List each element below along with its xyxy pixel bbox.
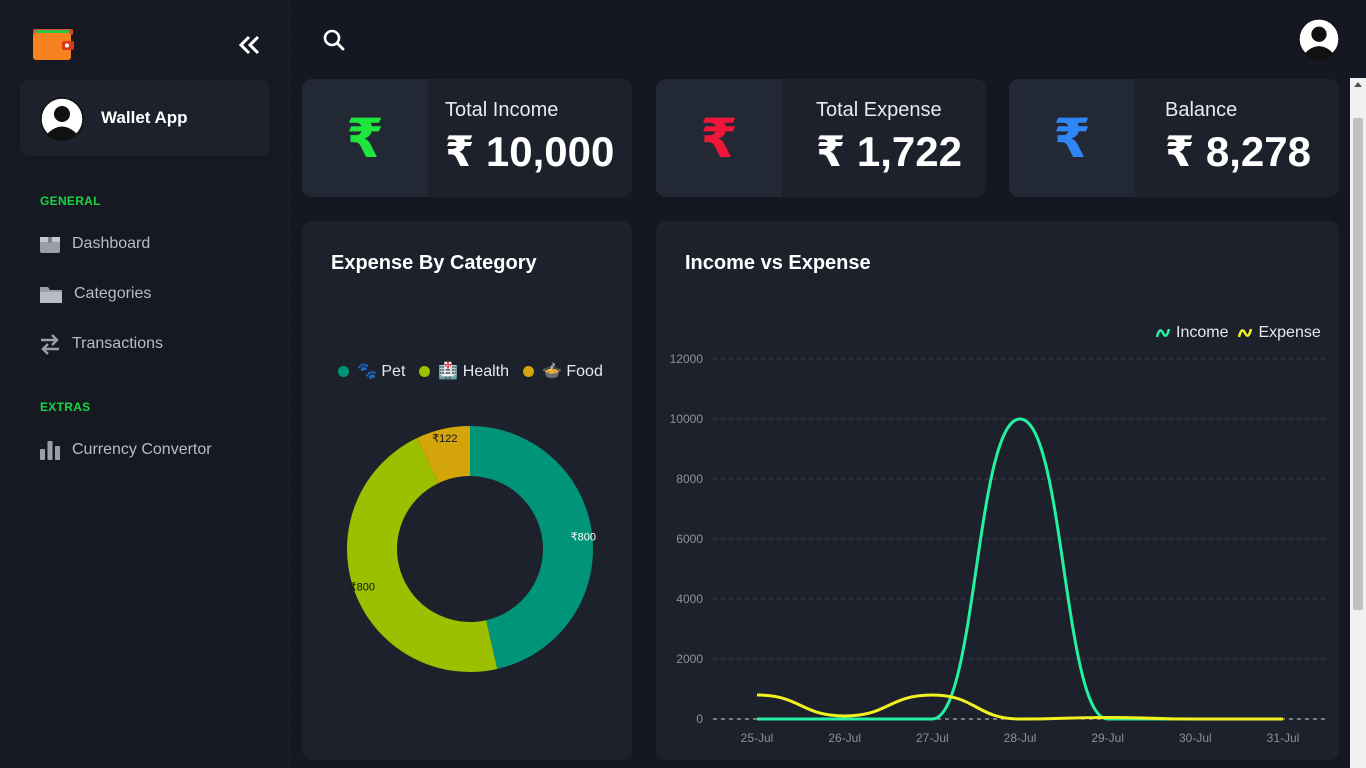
bar-chart-icon <box>40 441 60 460</box>
balance-label: Balance <box>1165 99 1238 121</box>
y-tick-label: 2000 <box>676 652 703 666</box>
y-tick-label: 12000 <box>670 352 704 366</box>
y-tick-label: 0 <box>696 712 703 726</box>
balance-value: ₹ 8,278 <box>1165 128 1311 175</box>
sidebar-item-label: Dashboard <box>72 235 151 252</box>
total-expense-value: ₹ 1,722 <box>816 128 962 175</box>
y-tick-label: 8000 <box>676 472 703 486</box>
expense-donut-chart: ₹800 ₹800 ₹122 <box>347 426 596 672</box>
balance-card: ₹ Balance ₹ 8,278 <box>1009 79 1339 197</box>
x-tick-label: 29-Jul <box>1091 731 1124 745</box>
sidebar-item-dashboard[interactable]: Dashboard <box>38 229 278 259</box>
rupee-icon: ₹ <box>656 79 782 197</box>
wallet-logo-icon <box>33 29 74 60</box>
y-tick-label: 6000 <box>676 532 703 546</box>
x-tick-label: 26-Jul <box>828 731 861 745</box>
search-icon[interactable] <box>322 28 346 52</box>
income-expense-line-chart: 0 2000 4000 6000 8000 10000 12000 25-Jul 26-Jul 2… <box>670 352 1326 745</box>
general-section-title: GENERAL <box>40 194 101 208</box>
series-line-income[interactable] <box>757 417 1283 721</box>
x-tick-label: 27-Jul <box>916 731 949 745</box>
donut-data-label: ₹800 <box>571 531 596 543</box>
rupee-icon: ₹ <box>302 79 428 197</box>
total-income-label: Total Income <box>445 99 559 121</box>
rupee-icon: ₹ <box>1009 79 1135 197</box>
user-profile-card[interactable]: Wallet App <box>20 80 269 156</box>
sidebar-item-categories[interactable]: Categories <box>38 279 278 309</box>
x-tick-label: 28-Jul <box>1004 731 1037 745</box>
total-income-card: ₹ Total Income ₹ 10,000 <box>302 79 632 197</box>
x-tick-label: 25-Jul <box>741 731 774 745</box>
sidebar: Wallet App GENERAL Dashboard Categories … <box>0 0 290 768</box>
user-avatar-icon <box>40 97 84 141</box>
x-tick-label: 31-Jul <box>1267 731 1300 745</box>
header-user-avatar-icon[interactable] <box>1298 18 1340 60</box>
x-tick-label: 30-Jul <box>1179 731 1212 745</box>
sidebar-item-label: Currency Convertor <box>72 441 212 458</box>
donut-data-label: ₹122 <box>432 433 457 445</box>
double-chevron-left-icon <box>238 35 260 55</box>
expense-by-category-panel: Expense By Category 🐾 Pet 🏥 Health 🍲 Foo… <box>302 221 632 760</box>
collapse-sidebar-button[interactable] <box>234 30 264 58</box>
total-income-value: ₹ 10,000 <box>445 128 615 175</box>
y-tick-label: 10000 <box>670 412 704 426</box>
donut-data-label: ₹800 <box>350 581 375 593</box>
total-expense-label: Total Expense <box>816 99 942 121</box>
sidebar-item-label: Transactions <box>72 335 163 352</box>
scroll-up-arrow-icon[interactable] <box>1354 82 1362 87</box>
folder-icon <box>40 287 62 303</box>
sidebar-item-transactions[interactable]: Transactions <box>38 329 278 359</box>
sidebar-item-label: Categories <box>74 285 152 302</box>
income-vs-expense-panel: Income vs Expense Income Expense 0 2000 40… <box>656 221 1339 760</box>
y-tick-label: 4000 <box>676 592 703 606</box>
app-name: Wallet App <box>101 108 188 127</box>
box-icon <box>40 237 60 253</box>
sidebar-item-currency-convertor[interactable]: Currency Convertor <box>38 435 278 465</box>
total-expense-card: ₹ Total Expense ₹ 1,722 <box>656 79 986 197</box>
page-scrollbar[interactable] <box>1350 78 1366 768</box>
series-line-expense[interactable] <box>756 693 1283 721</box>
extras-section-title: EXTRAS <box>40 400 91 414</box>
swap-arrows-icon <box>41 334 59 355</box>
scrollbar-thumb[interactable] <box>1353 118 1363 610</box>
